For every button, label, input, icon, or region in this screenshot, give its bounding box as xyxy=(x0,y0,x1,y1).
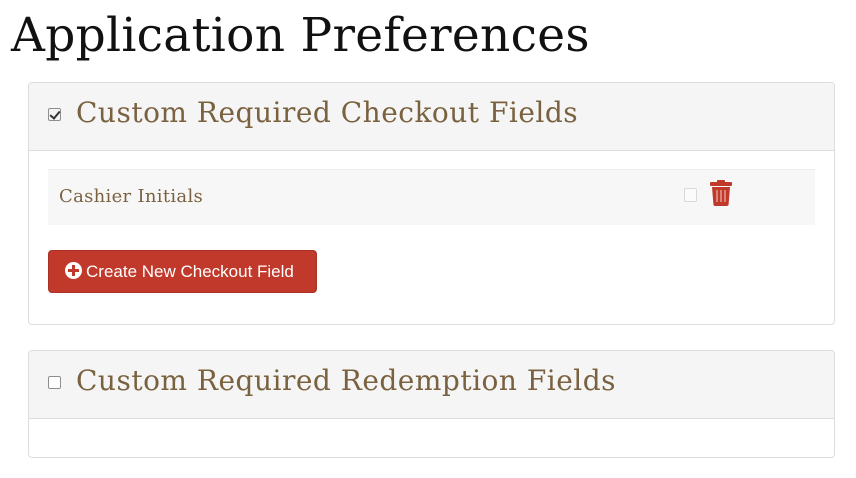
create-checkout-field-button[interactable]: Create New Checkout Field xyxy=(48,250,317,293)
plus-circle-icon xyxy=(65,262,82,279)
create-button-label: Create New Checkout Field xyxy=(86,262,294,281)
checkmark-icon xyxy=(49,108,61,120)
redemption-fields-enable-checkbox[interactable] xyxy=(48,376,61,389)
redemption-fields-panel: Custom Required Redemption Fields xyxy=(28,350,835,458)
field-row: Cashier Initials xyxy=(48,169,815,225)
panel-heading: Custom Required Redemption Fields xyxy=(29,351,834,419)
checkout-fields-enable-checkbox[interactable] xyxy=(48,108,61,121)
panel-heading: Custom Required Checkout Fields xyxy=(29,83,834,151)
panel-title: Custom Required Checkout Fields xyxy=(76,96,579,129)
checkout-fields-panel: Custom Required Checkout Fields Cashier … xyxy=(28,82,835,325)
panel-title: Custom Required Redemption Fields xyxy=(76,364,617,397)
trash-icon[interactable] xyxy=(710,180,732,206)
field-label: Cashier Initials xyxy=(59,186,204,207)
page-title: Application Preferences xyxy=(11,8,590,63)
field-row-checkbox[interactable] xyxy=(684,188,697,202)
